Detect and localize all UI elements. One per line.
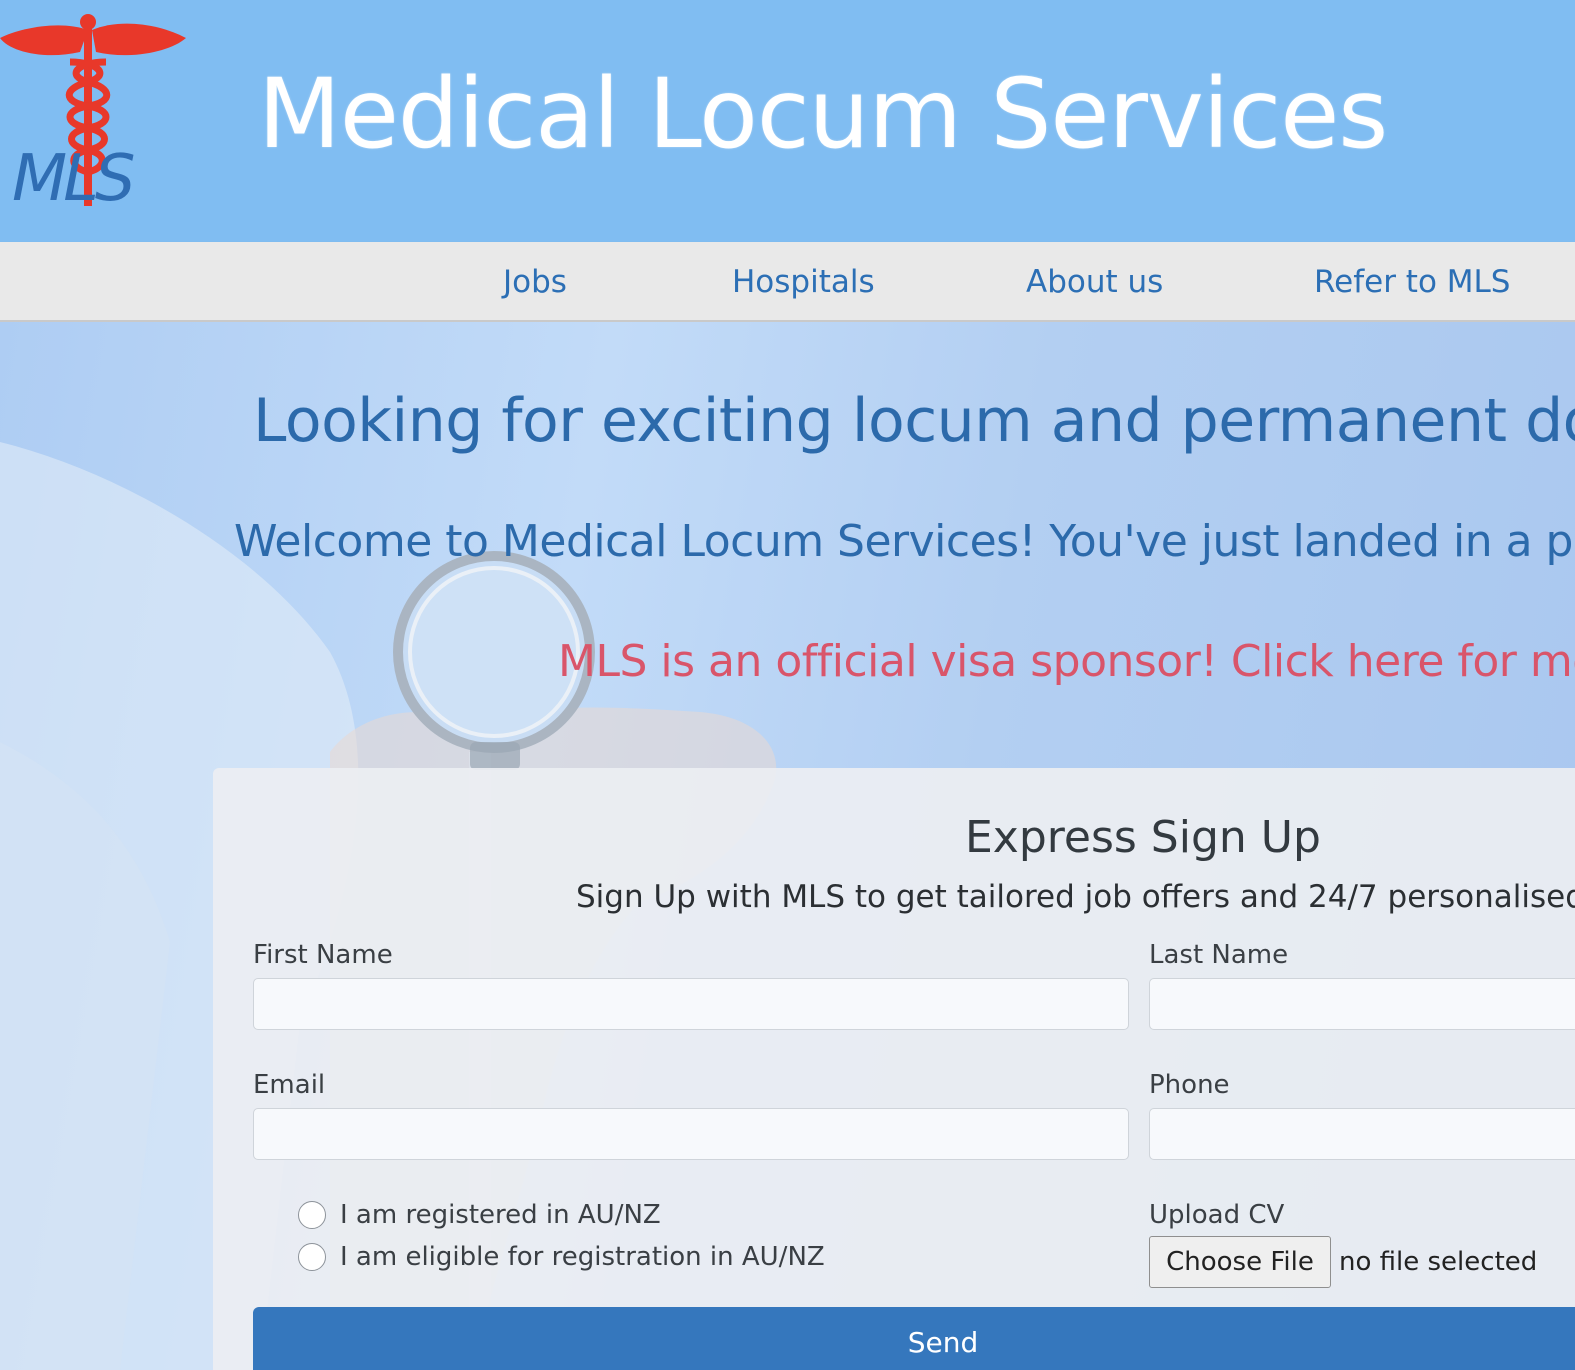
- hero-headline: Looking for exciting locum and permanent…: [253, 386, 1575, 456]
- site-header: MLS Medical Locum Services: [0, 0, 1575, 242]
- nav-link-hospitals[interactable]: Hospitals: [732, 264, 875, 300]
- registered-radio-label: I am registered in AU/NZ: [340, 1200, 661, 1230]
- file-status-text: no file selected: [1339, 1247, 1538, 1277]
- choose-file-button[interactable]: Choose File: [1149, 1236, 1331, 1288]
- phone-label: Phone: [1149, 1070, 1230, 1100]
- hero-welcome-text: Welcome to Medical Locum Services! You'v…: [234, 516, 1575, 567]
- nav-link-jobs[interactable]: Jobs: [503, 264, 567, 300]
- radio-option-eligible[interactable]: I am eligible for registration in AU/NZ: [298, 1242, 825, 1272]
- signup-subtitle: Sign Up with MLS to get tailored job off…: [576, 879, 1575, 915]
- mls-caduceus-logo[interactable]: MLS: [0, 10, 190, 215]
- email-label: Email: [253, 1070, 326, 1100]
- radio-option-registered[interactable]: I am registered in AU/NZ: [298, 1200, 661, 1230]
- main-nav: Jobs Hospitals About us Refer to MLS: [0, 242, 1575, 322]
- hero-section: Looking for exciting locum and permanent…: [0, 322, 1575, 1370]
- registered-radio-button[interactable]: [298, 1201, 326, 1229]
- send-button[interactable]: Send: [253, 1307, 1575, 1370]
- first-name-input[interactable]: [253, 978, 1129, 1030]
- visa-sponsor-link[interactable]: MLS is an official visa sponsor! Click h…: [558, 636, 1575, 687]
- nav-link-refer-to-mls[interactable]: Refer to MLS: [1314, 264, 1510, 300]
- signup-title: Express Sign Up: [965, 812, 1321, 863]
- nav-link-about-us[interactable]: About us: [1026, 264, 1163, 300]
- express-signup-card: Express Sign Up Sign Up with MLS to get …: [213, 768, 1575, 1370]
- eligible-radio-button[interactable]: [298, 1243, 326, 1271]
- email-input[interactable]: [253, 1108, 1129, 1160]
- first-name-label: First Name: [253, 940, 393, 970]
- last-name-input[interactable]: [1149, 978, 1575, 1030]
- site-title: Medical Locum Services: [258, 58, 1388, 170]
- last-name-label: Last Name: [1149, 940, 1289, 970]
- svg-text:MLS: MLS: [12, 142, 134, 215]
- upload-cv-label: Upload CV: [1149, 1200, 1285, 1230]
- phone-input[interactable]: [1149, 1108, 1575, 1160]
- eligible-radio-label: I am eligible for registration in AU/NZ: [340, 1242, 825, 1272]
